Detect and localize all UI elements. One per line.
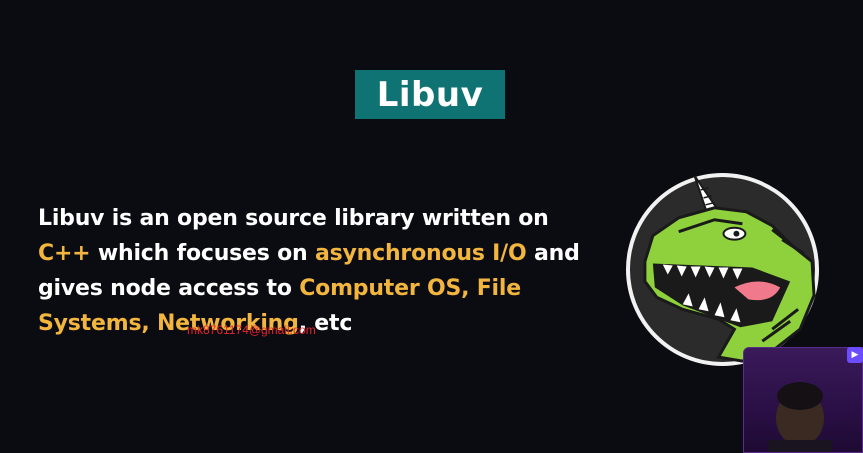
libuv-logo-icon (625, 172, 820, 367)
presenter-webcam (743, 347, 863, 453)
body-text-part-1: Libuv is an open source library written … (38, 206, 549, 231)
email-watermark: mk8761174@gmail.com (187, 323, 316, 337)
slide-title-box: Libuv (355, 70, 505, 119)
presenter-silhouette-icon (768, 382, 832, 452)
body-text-part-2: which focuses on (90, 241, 315, 266)
slide: Libuv Libuv is an open source library wr… (0, 0, 863, 453)
slide-body-text: Libuv is an open source library written … (38, 201, 608, 341)
highlight-cpp: C++ (38, 241, 91, 266)
play-icon[interactable]: ▶ (847, 347, 863, 363)
highlight-async-io: asynchronous I/O (314, 241, 527, 266)
slide-title: Libuv (376, 74, 484, 115)
